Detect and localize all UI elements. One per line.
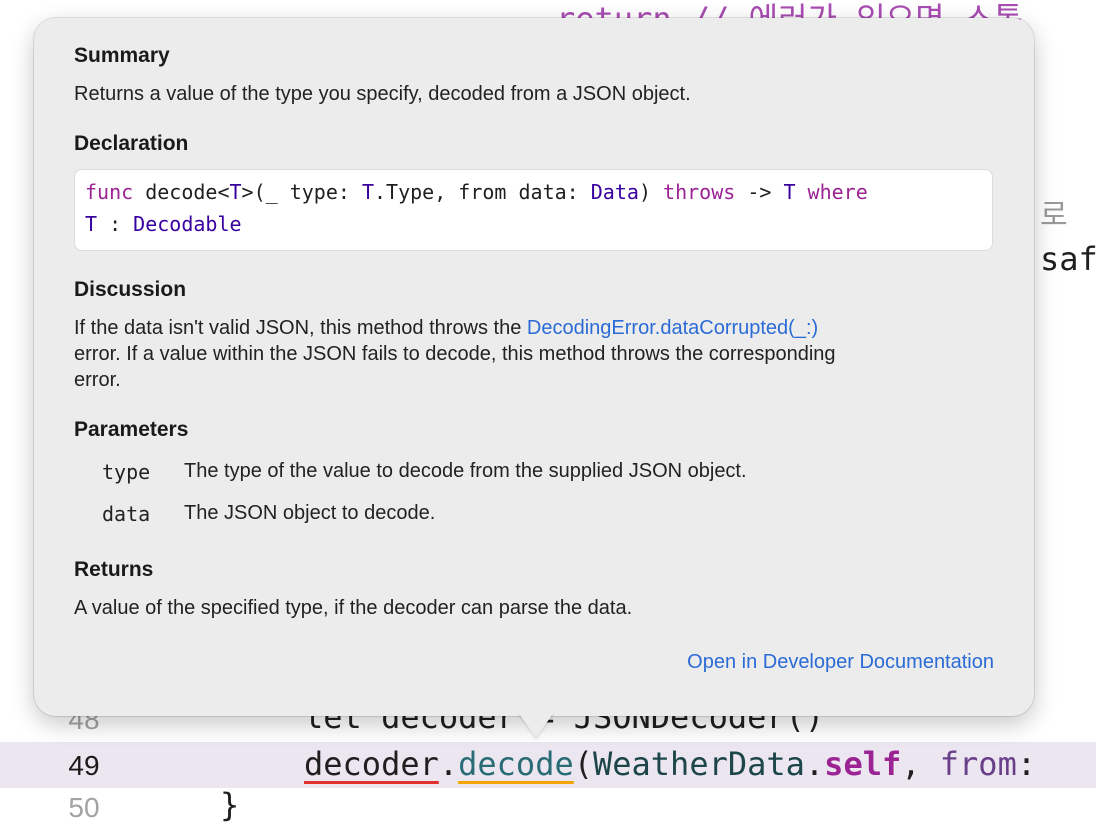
declaration-line-1: func decode<T>(_ type: T.Type, from data… (85, 180, 868, 204)
code-token-decode[interactable]: decode (458, 745, 574, 783)
returns-heading: Returns (74, 558, 154, 581)
discussion-text: If the data isn't valid JSON, this metho… (74, 315, 1004, 393)
popover-arrow (518, 712, 554, 738)
declaration-heading: Declaration (74, 132, 189, 155)
parameters-heading: Parameters (74, 418, 189, 441)
decl-token (796, 180, 808, 204)
decl-token: : (97, 212, 134, 236)
declaration-box: func decode<T>(_ type: T.Type, from data… (74, 169, 993, 251)
decl-token: Data (590, 180, 639, 204)
code-token: , (901, 745, 940, 783)
decl-token: ) (638, 180, 664, 204)
decl-token: T (85, 212, 98, 236)
decl-token: T (229, 180, 242, 204)
code-text: decoder.decode(WeatherData.self, from: (304, 745, 1036, 783)
decl-token: decode< (133, 180, 230, 204)
decoding-error-link[interactable]: DecodingError.dataCorrupted(_:) (527, 317, 818, 339)
code-line-50[interactable]: 50 } (0, 786, 1096, 830)
code-token: from (939, 745, 1017, 783)
quick-help-popover: Summary Returns a value of the type you … (34, 18, 1034, 716)
discussion-post-1: error. If a value within the JSON fails … (74, 343, 836, 365)
line-number: 49 (68, 750, 100, 781)
decl-token: where (807, 180, 868, 204)
returns-text: A value of the specified type, if the de… (74, 597, 633, 619)
decl-token: func (85, 180, 134, 204)
code-token: decoder (304, 745, 439, 783)
open-developer-docs-link[interactable]: Open in Developer Documentation (687, 651, 994, 674)
right-fragment-2: saf (1040, 240, 1096, 278)
param-name-type: type (102, 460, 151, 484)
param-desc-data: The JSON object to decode. (184, 502, 436, 524)
declaration-line-2: T : Decodable (85, 212, 242, 236)
code-text: } (220, 786, 240, 824)
decl-token: .Type, from data: (374, 180, 591, 204)
code-token: . (438, 745, 459, 783)
decl-token: T (783, 180, 796, 204)
decl-token: Decodable (133, 212, 242, 236)
decl-token: throws (663, 180, 736, 204)
summary-text: Returns a value of the type you specify,… (74, 83, 691, 105)
decl-token: -> (735, 180, 784, 204)
code-token: ( (573, 745, 593, 783)
code-token: WeatherData (592, 745, 805, 783)
line-number: 50 (68, 792, 100, 823)
discussion-pre: If the data isn't valid JSON, this metho… (74, 317, 527, 339)
code-token: . (804, 745, 825, 783)
decl-token: T (361, 180, 375, 204)
summary-heading: Summary (74, 44, 170, 67)
code-token: self (824, 745, 902, 783)
param-name-data: data (102, 502, 151, 526)
param-desc-type: The type of the value to decode from the… (184, 460, 747, 482)
discussion-post-2: error. (74, 369, 121, 391)
code-token: : (1016, 745, 1037, 783)
right-fragment-1: 로 (1040, 199, 1068, 232)
discussion-heading: Discussion (74, 278, 187, 301)
decl-token: >(_ type: (241, 180, 362, 204)
code-line-49[interactable]: 49 decoder.decode(WeatherData.self, from… (0, 742, 1096, 788)
